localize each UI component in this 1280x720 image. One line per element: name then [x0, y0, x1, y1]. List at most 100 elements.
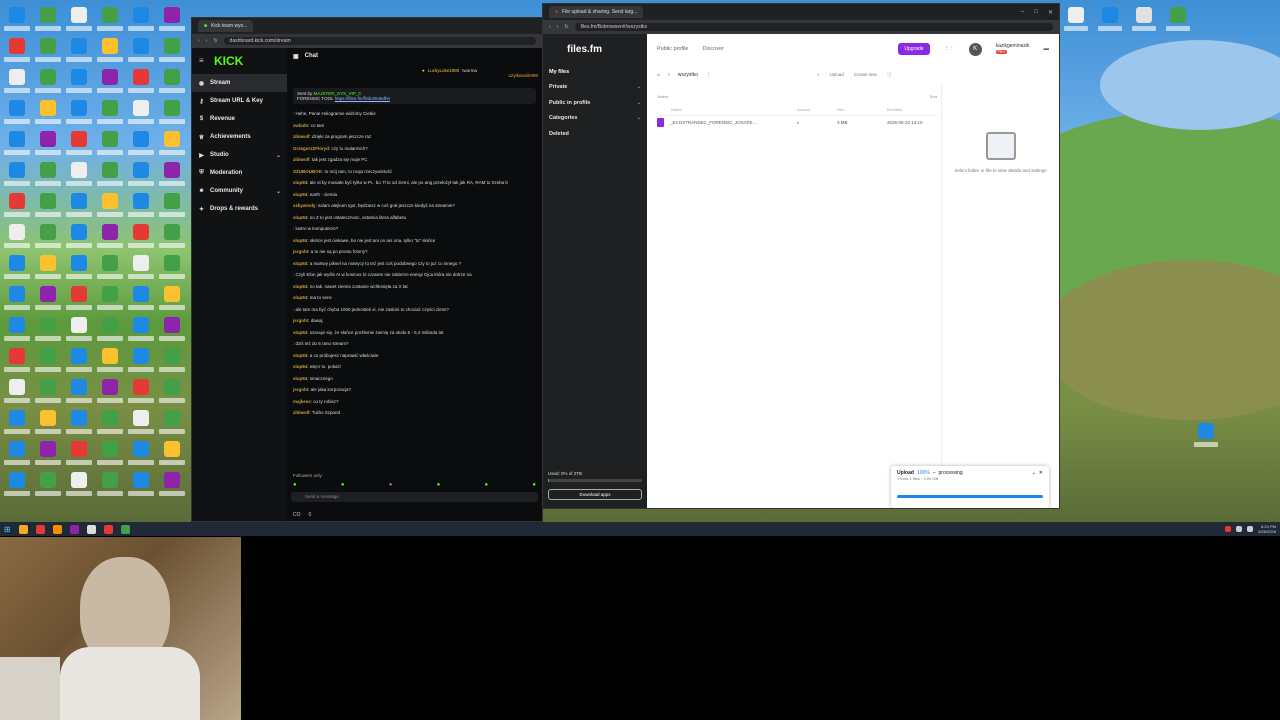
desktop-icon[interactable] [126, 128, 155, 159]
forward-icon[interactable]: › [206, 38, 208, 44]
desktop-icon[interactable] [126, 345, 155, 376]
column-modified[interactable]: Modified [887, 107, 937, 112]
emote-icon[interactable]: ● [293, 482, 297, 488]
desktop-icon[interactable] [64, 314, 93, 345]
chat-username[interactable]: slup84 [293, 353, 307, 358]
chat-username[interactable]: jsrgoht [293, 318, 308, 323]
desktop-icon[interactable] [64, 407, 93, 438]
desktop-icon[interactable] [95, 159, 124, 190]
desktop-icon[interactable] [157, 438, 186, 469]
close-window-icon[interactable]: ✕ [1048, 9, 1053, 16]
desktop-icon[interactable] [2, 314, 31, 345]
desktop-icon[interactable] [33, 66, 62, 97]
sidebar-item-moderation[interactable]: ⛨ Moderation [192, 164, 287, 182]
apps-grid-icon[interactable]: ⋮⋮ [944, 46, 955, 52]
sort-button[interactable]: Sort [930, 94, 937, 99]
top-user[interactable]: tworma [462, 68, 477, 73]
chat-input[interactable]: Send a message [291, 492, 538, 502]
desktop-icon[interactable] [33, 469, 62, 500]
home-icon[interactable]: ⌂ [657, 72, 660, 78]
upgrade-button[interactable]: Upgrade [898, 43, 930, 55]
kick-logo[interactable]: ≡ KICK [192, 52, 287, 74]
desktop-icon[interactable] [2, 283, 31, 314]
chat-username[interactable]: szkywindy [293, 203, 316, 208]
desktop-icon[interactable] [157, 314, 186, 345]
desktop-icon[interactable] [2, 35, 31, 66]
desktop-icon[interactable] [33, 283, 62, 314]
chevron-down-icon[interactable]: ⌄ [276, 188, 281, 195]
info-icon[interactable]: ⓘ [887, 72, 892, 78]
maximize-icon[interactable]: □ [1034, 9, 1038, 16]
desktop-icon[interactable] [126, 221, 155, 252]
desktop-icon[interactable] [64, 66, 93, 97]
desktop-icon[interactable] [95, 376, 124, 407]
start-icon[interactable]: ⊞ [4, 525, 11, 534]
chat-username[interactable]: jsrgoht [293, 387, 308, 392]
url-field[interactable]: dashboard.kick.com/stream [223, 37, 536, 45]
filesfm-sidebar-private[interactable]: Private ⌄ [543, 80, 647, 96]
desktop-icon[interactable] [126, 4, 155, 35]
app-icon[interactable] [103, 524, 113, 534]
account-info[interactable]: kazikgeminazik PRO [995, 43, 1030, 55]
reload-icon[interactable]: ↻ [564, 24, 568, 30]
download-apps-button[interactable]: Download apps [548, 489, 642, 500]
desktop-icon[interactable] [95, 314, 124, 345]
column-access[interactable]: Access [797, 107, 837, 112]
tab-filesfm[interactable]: ● File upload & sharing. Send larg... [549, 6, 644, 18]
chat-username[interactable]: slup84 [293, 261, 307, 266]
desktop-icon[interactable] [157, 376, 186, 407]
desktop-icon[interactable] [2, 221, 31, 252]
public-profile-link[interactable]: Public profile [657, 46, 689, 52]
app-icon[interactable] [86, 524, 96, 534]
folder-menu-icon[interactable]: ⋮ [706, 72, 711, 78]
url-field[interactable]: files.fm/Bobrowsen#/wszystko [574, 23, 1053, 31]
desktop-icon[interactable] [64, 345, 93, 376]
sidebar-item-drops-rewards[interactable]: ✦ Drops & rewards [192, 200, 287, 218]
volume-icon[interactable] [1247, 526, 1254, 532]
desktop-icon[interactable] [95, 407, 124, 438]
app-icon[interactable] [69, 524, 79, 534]
desktop-icon[interactable] [2, 97, 31, 128]
filesfm-sidebar-my-files[interactable]: My files [543, 64, 647, 80]
desktop-icon[interactable] [33, 345, 62, 376]
filesfm-sidebar-deleted[interactable]: Deleted [543, 126, 647, 142]
chat-username[interactable]: GrzegorzZFloryd [293, 146, 329, 151]
emote-icon[interactable]: ● [437, 482, 441, 488]
app-icon[interactable] [120, 524, 130, 534]
chat-username[interactable]: zwlodn [293, 123, 308, 128]
chevron-down-icon[interactable]: ⌄ [276, 152, 281, 159]
desktop-icon[interactable] [33, 438, 62, 469]
desktop-icon[interactable] [64, 35, 93, 66]
desktop-icon[interactable] [64, 4, 93, 35]
desktop-icon[interactable] [33, 159, 62, 190]
desktop-icon[interactable] [126, 159, 155, 190]
desktop-icon[interactable] [157, 66, 186, 97]
desktop-icon[interactable] [64, 376, 93, 407]
desktop-icon[interactable] [157, 128, 186, 159]
desktop-icon[interactable] [64, 283, 93, 314]
desktop-icon[interactable] [2, 66, 31, 97]
pinned-link[interactable]: https://files.fm/f/afo2846dhn [335, 96, 390, 101]
minimize-icon[interactable]: – [1021, 9, 1024, 16]
desktop-icon[interactable] [95, 97, 124, 128]
chat-username[interactable]: slup84 [293, 238, 307, 243]
desktop-icon[interactable] [157, 469, 186, 500]
firefox-icon[interactable] [52, 524, 62, 534]
desktop-icon[interactable] [64, 159, 93, 190]
search-icon[interactable]: ⌕ [817, 72, 820, 78]
desktop-icon[interactable] [95, 128, 124, 159]
desktop-icon[interactable] [95, 345, 124, 376]
chevron-down-icon[interactable]: ⌄ [637, 100, 641, 106]
chat-username[interactable]: SZUBOUBOK [293, 169, 322, 174]
desktop-icon[interactable] [1062, 4, 1090, 44]
back-icon[interactable]: ‹ [549, 24, 551, 30]
desktop-icon[interactable] [157, 97, 186, 128]
top-user[interactable]: uzytkownik090 [508, 73, 538, 78]
desktop-icon[interactable] [126, 190, 155, 221]
wifi-icon[interactable] [1236, 526, 1243, 532]
desktop-icon[interactable] [64, 252, 93, 283]
desktop-icon[interactable] [2, 159, 31, 190]
chevron-down-icon[interactable]: ⌄ [637, 115, 641, 121]
desktop-icon[interactable] [33, 97, 62, 128]
tray-icon[interactable] [1225, 526, 1232, 532]
